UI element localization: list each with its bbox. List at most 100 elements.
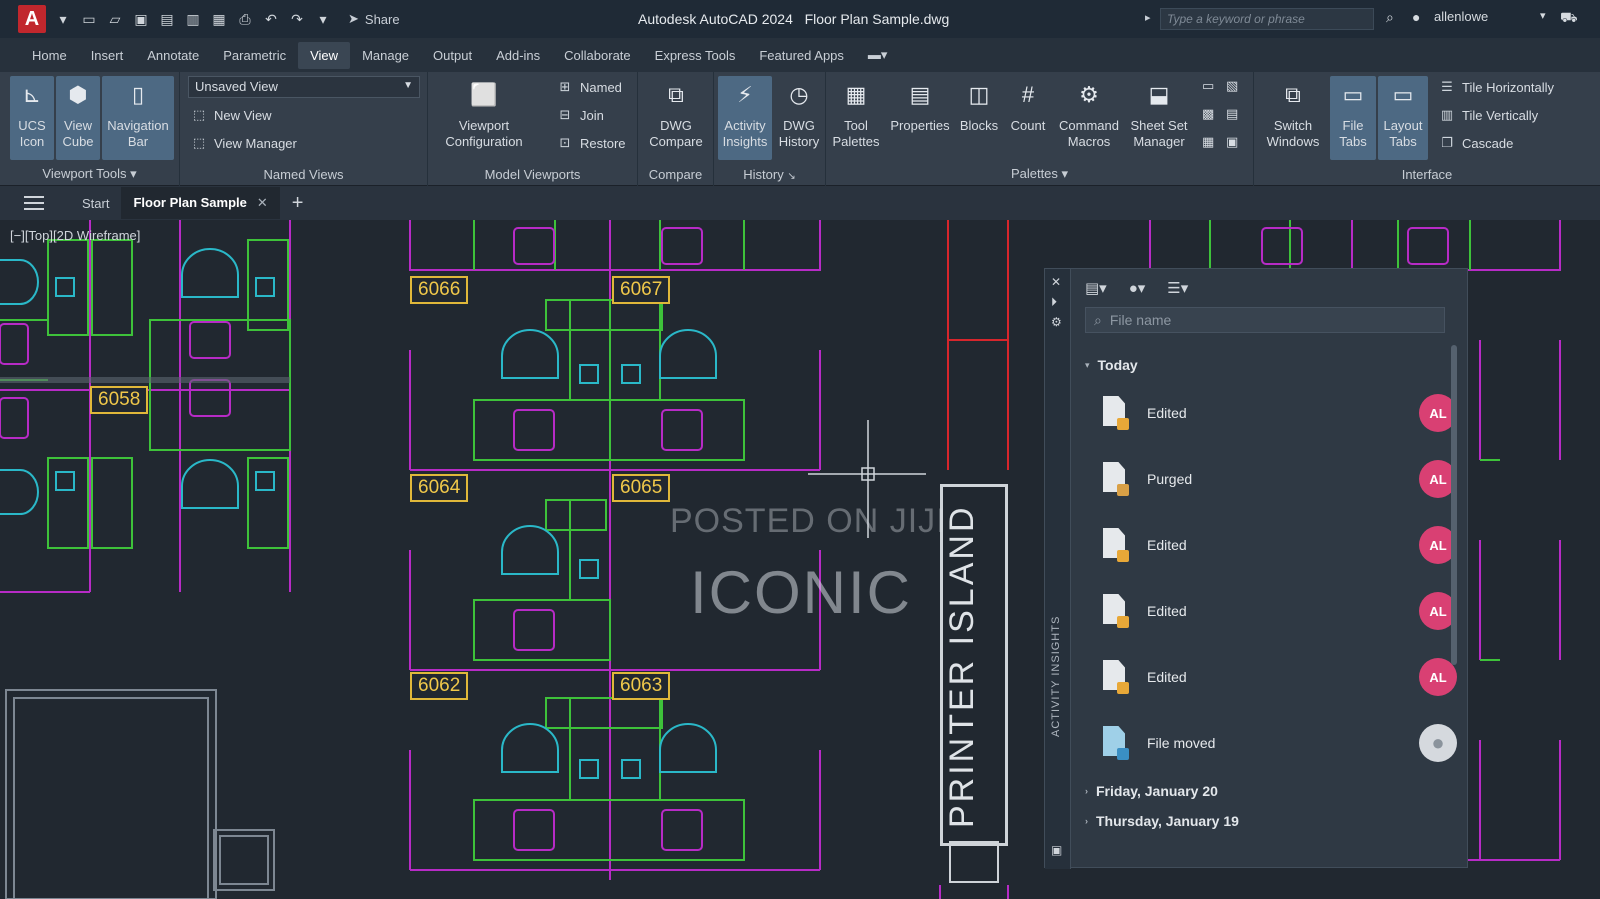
viewport-configuration-icon: ⬜ [470,82,498,107]
tab-start[interactable]: Start [70,188,121,219]
activity-event[interactable]: Edited AL [1101,385,1457,441]
tab-home[interactable]: Home [20,42,79,69]
named-viewports-button[interactable]: ⊞ Named [556,78,622,96]
restore-viewports-button[interactable]: ⊡ Restore [556,134,626,152]
tab-view[interactable]: View [298,41,351,69]
purge-file-icon [1101,462,1129,496]
new-tab-plus-icon[interactable]: + [292,192,304,215]
tab-insert[interactable]: Insert [79,42,136,69]
ribbon-options-icon[interactable]: ▬▾ [856,41,900,69]
file-tabs-button[interactable]: ▭ File Tabs [1330,76,1376,160]
tab-featured-apps[interactable]: Featured Apps [747,42,856,69]
palette-small-icon-1[interactable]: ▭ [1202,78,1214,94]
window-title: Autodesk AutoCAD 2024 Floor Plan Sample.… [638,11,950,27]
named-view-dropdown[interactable]: Unsaved View ▼ [188,76,420,98]
list-options-icon[interactable]: ☰▾ [1167,279,1188,297]
restore-icon: ⊡ [559,135,571,150]
dropdown-arrow-icon[interactable]: ▾ [52,8,74,30]
command-macros-button[interactable]: ⚙ Command Macros [1054,76,1124,150]
room-tag: 6067 [612,276,671,304]
file-name-search[interactable]: ⌕ File name [1085,307,1445,333]
scrollbar[interactable] [1451,345,1457,665]
user-name[interactable]: allenlowe [1434,9,1488,24]
save-as-icon[interactable]: ▤ [156,8,178,30]
viewport-configuration-button[interactable]: ⬜ Viewport Configuration [436,76,532,150]
palette-small-icon-5[interactable]: ▦ [1202,134,1214,150]
save-icon[interactable]: ▣ [130,8,152,30]
keyword-search-input[interactable]: Type a keyword or phrase [1160,8,1374,30]
view-cube-button[interactable]: ⬢ View Cube [56,76,100,160]
group-today[interactable]: ▾ Today [1085,357,1138,373]
navigation-bar-button[interactable]: ▯ Navigation Bar [102,76,174,160]
palette-small-icon-3[interactable]: ▩ [1202,106,1214,122]
activity-insights-button[interactable]: ⚡ Activity Insights [718,76,772,160]
share-button[interactable]: ➤ Share [348,11,400,27]
join-viewports-button[interactable]: ⊟ Join [556,106,604,124]
properties-icon: ▤ [909,82,931,107]
tab-output[interactable]: Output [421,42,484,69]
new-file-icon[interactable]: ▭ [78,8,100,30]
undo-icon[interactable]: ↶ [260,8,282,30]
sheet-set-manager-button[interactable]: ⬓ Sheet Set Manager [1126,76,1192,150]
customize-qa-icon[interactable]: ▾ [312,8,334,30]
properties-button[interactable]: ▤ Properties [886,76,954,134]
clipboard-icon[interactable]: ▣ [1051,843,1062,857]
tab-manage[interactable]: Manage [350,42,421,69]
cart-icon[interactable]: ⛟ [1560,9,1578,28]
blocks-button[interactable]: ◫ Blocks [956,76,1002,134]
activity-event[interactable]: Edited AL [1101,583,1457,639]
user-icon[interactable]: ● [1412,9,1420,25]
group-friday[interactable]: › Friday, January 20 [1085,783,1218,799]
user-menu-arrow-icon[interactable]: ▾ [1540,9,1546,22]
count-button[interactable]: # Count [1004,76,1052,134]
open-web-icon[interactable]: ▥ [182,8,204,30]
user-filter-icon[interactable]: ●▾ [1129,279,1146,297]
group-thursday[interactable]: › Thursday, January 19 [1085,813,1239,829]
ucs-icon-button[interactable]: ⊾ UCS Icon [10,76,54,160]
open-folder-icon[interactable]: ▱ [104,8,126,30]
room-tag: 6066 [410,276,469,304]
palette-small-icon-4[interactable]: ▤ [1226,106,1238,122]
autocad-logo-icon[interactable]: A [18,5,46,33]
view-manager-icon: ⬚ [192,135,206,150]
new-view-button[interactable]: ⬚ New View [190,106,272,124]
tab-add-ins[interactable]: Add-ins [484,42,552,69]
tab-floor-plan-sample[interactable]: Floor Plan Sample ✕ [121,187,280,219]
dwg-history-button[interactable]: ◷ DWG History [774,76,824,150]
redo-icon[interactable]: ↷ [286,8,308,30]
navigation-bar-icon: ▯ [131,82,145,107]
activity-event[interactable]: Edited AL [1101,517,1457,573]
tile-horizontally-button[interactable]: ☰ Tile Horizontally [1438,78,1554,96]
palette-small-icon-6[interactable]: ▣ [1226,134,1238,150]
title-bar: A ▾ ▭ ▱ ▣ ▤ ▥ ▦ ⎙ ↶ ↷ ▾ ➤ Share Autodesk… [0,0,1600,38]
close-icon[interactable]: ✕ [1051,275,1061,289]
layout-tabs-button[interactable]: ▭ Layout Tabs [1378,76,1428,160]
plot-icon[interactable]: ⎙ [234,8,256,30]
activity-event[interactable]: Edited AL [1101,649,1457,705]
tab-annotate[interactable]: Annotate [135,42,211,69]
viewport-controls-label[interactable]: [−][Top][2D Wireframe] [10,228,140,243]
view-filter-icon[interactable]: ▤▾ [1085,279,1107,297]
dwg-compare-button[interactable]: ⧉ DWG Compare [644,76,708,150]
tile-vertically-button[interactable]: ▥ Tile Vertically [1438,106,1538,124]
activity-event[interactable]: File moved ● [1101,715,1457,771]
activity-event[interactable]: Purged AL [1101,451,1457,507]
tab-collaborate[interactable]: Collaborate [552,42,643,69]
close-icon[interactable]: ✕ [257,195,268,210]
cascade-button[interactable]: ❐ Cascade [1438,134,1513,152]
search-icon[interactable]: ⌕ [1386,9,1394,26]
cube-icon: ⬢ [68,82,88,107]
switch-windows-button[interactable]: ⧉ Switch Windows [1260,76,1326,150]
tab-parametric[interactable]: Parametric [211,42,298,69]
save-web-icon[interactable]: ▦ [208,8,230,30]
panel-launcher-icon[interactable]: ↘ [787,171,795,182]
chevron-right-icon: › [1085,816,1088,826]
move-file-icon [1101,726,1129,760]
view-manager-button[interactable]: ⬚ View Manager [190,134,297,152]
tool-palettes-button[interactable]: ▦ Tool Palettes [830,76,882,150]
tab-express-tools[interactable]: Express Tools [643,42,748,69]
hamburger-menu-icon[interactable] [24,196,44,210]
properties-icon[interactable]: ⚙ [1051,315,1062,329]
auto-hide-icon[interactable]: ⏵ [1051,295,1057,310]
palette-small-icon-2[interactable]: ▧ [1226,78,1238,94]
